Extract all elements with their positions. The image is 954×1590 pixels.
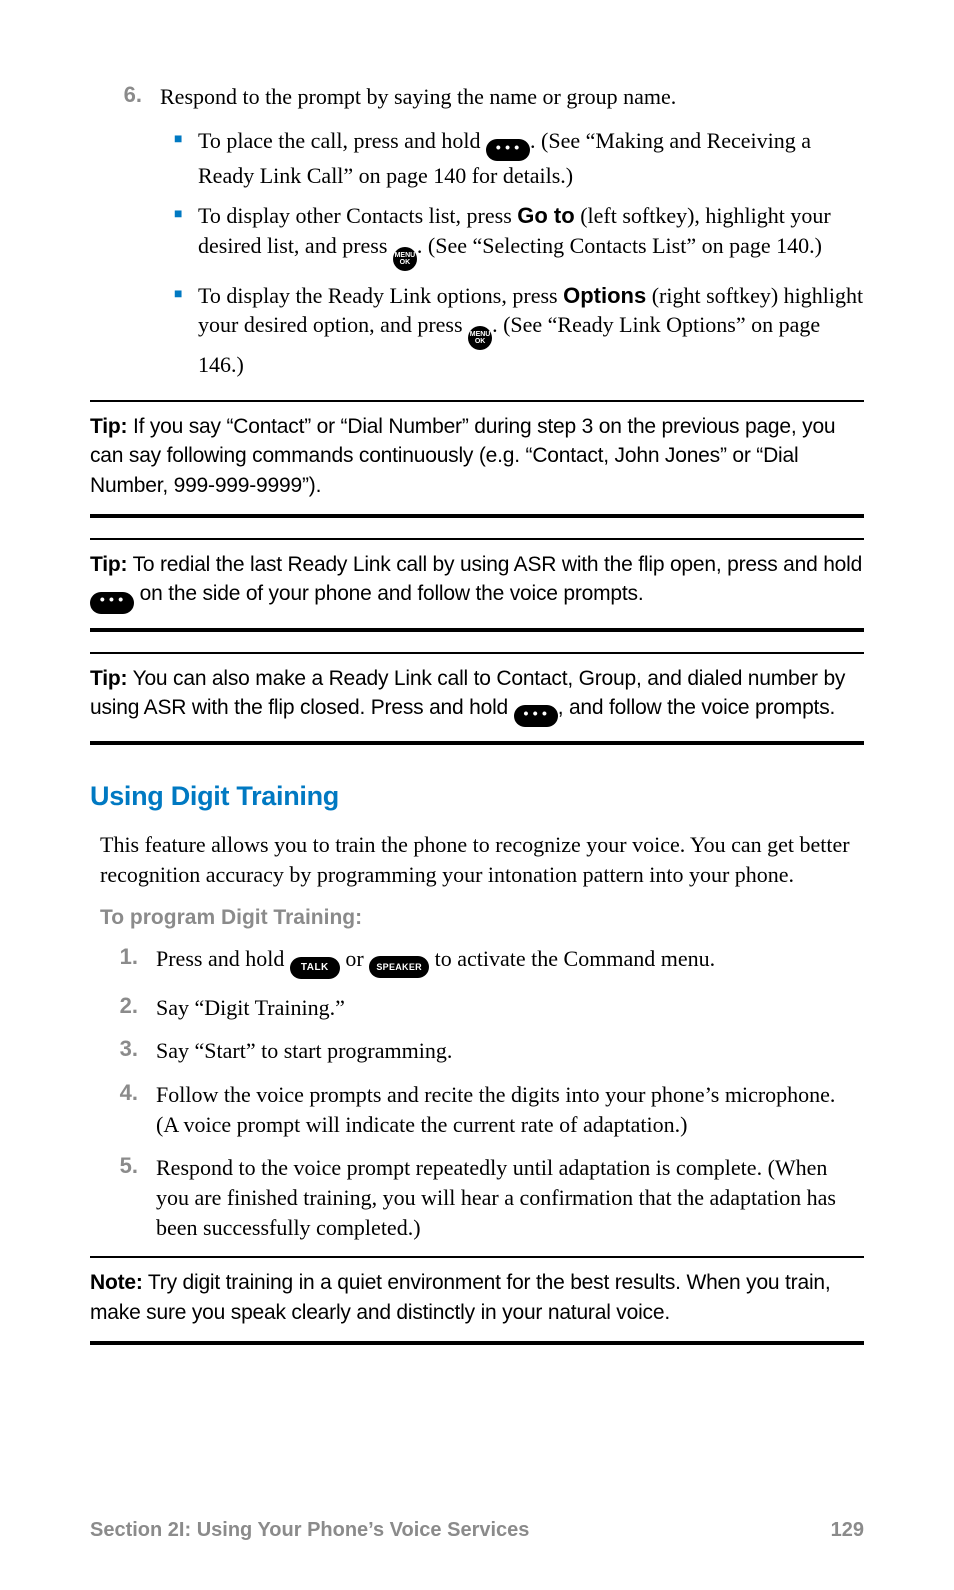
key-label-bottom: OK bbox=[475, 338, 486, 345]
tip-box: Tip: You can also make a Ready Link call… bbox=[90, 652, 864, 746]
list-item: 1. Press and hold TALK or SPEAKER to act… bbox=[100, 944, 864, 979]
page-number: 129 bbox=[831, 1519, 864, 1542]
ptt-key-icon: • • • bbox=[90, 592, 134, 614]
text-fragment: . (See “Selecting Contacts List” on page… bbox=[417, 233, 822, 258]
procedure-heading: To program Digit Training: bbox=[90, 906, 864, 930]
text-fragment: To place the call, press and hold bbox=[198, 128, 486, 153]
list-item: 4. Follow the voice prompts and recite t… bbox=[100, 1080, 864, 1139]
tip-text: on the side of your phone and follow the… bbox=[134, 582, 643, 605]
softkey-label: Options bbox=[563, 283, 646, 308]
step-text: Respond to the voice prompt repeatedly u… bbox=[156, 1153, 864, 1242]
step-number: 4. bbox=[100, 1080, 156, 1139]
talk-key-icon: TALK bbox=[290, 957, 340, 979]
sub-bullet: ■ To place the call, press and hold • • … bbox=[90, 126, 864, 191]
step-6: 6. Respond to the prompt by saying the n… bbox=[90, 82, 864, 112]
ptt-key-icon: • • • bbox=[514, 705, 558, 727]
intro-paragraph: This feature allows you to train the pho… bbox=[90, 830, 864, 889]
text-fragment: or bbox=[340, 946, 369, 971]
step-text: Press and hold TALK or SPEAKER to activa… bbox=[156, 944, 864, 979]
step-number: 2. bbox=[100, 993, 156, 1023]
speaker-key-icon: SPEAKER bbox=[369, 956, 429, 978]
bullet-square-icon: ■ bbox=[174, 281, 198, 380]
footer-section: Section 2I: Using Your Phone’s Voice Ser… bbox=[90, 1519, 529, 1542]
bullet-square-icon: ■ bbox=[174, 126, 198, 191]
text-fragment: Press and hold bbox=[156, 946, 290, 971]
key-label-top: MENU bbox=[395, 252, 416, 259]
tip-label: Tip: bbox=[90, 415, 127, 438]
step-text: Follow the voice prompts and recite the … bbox=[156, 1080, 864, 1139]
step-number: 5. bbox=[100, 1153, 156, 1242]
step-number: 3. bbox=[100, 1036, 156, 1066]
list-item: 3. Say “Start” to start programming. bbox=[100, 1036, 864, 1066]
note-box: Note: Try digit training in a quiet envi… bbox=[90, 1256, 864, 1345]
bullet-text: To display other Contacts list, press Go… bbox=[198, 201, 864, 271]
key-label-top: MENU bbox=[470, 331, 491, 338]
list-item: 2. Say “Digit Training.” bbox=[100, 993, 864, 1023]
tip-label: Tip: bbox=[90, 667, 127, 690]
step-text: Say “Start” to start programming. bbox=[156, 1036, 864, 1066]
section-heading: Using Digit Training bbox=[90, 781, 864, 812]
tip-label: Tip: bbox=[90, 553, 127, 576]
text-fragment: To display the Ready Link options, press bbox=[198, 283, 563, 308]
step-number: 6. bbox=[100, 82, 160, 112]
ptt-key-icon: • • • bbox=[486, 139, 530, 161]
step-text: Say “Digit Training.” bbox=[156, 993, 864, 1023]
step-text: Respond to the prompt by saying the name… bbox=[160, 82, 864, 112]
tip-text: , and follow the voice prompts. bbox=[558, 696, 835, 719]
manual-page: 6. Respond to the prompt by saying the n… bbox=[0, 0, 954, 1590]
note-label: Note: bbox=[90, 1271, 143, 1294]
tip-text: To redial the last Ready Link call by us… bbox=[127, 553, 862, 576]
bullet-text: To place the call, press and hold • • •.… bbox=[198, 126, 864, 191]
note-text: Try digit training in a quiet environmen… bbox=[90, 1271, 831, 1323]
bullet-square-icon: ■ bbox=[174, 201, 198, 271]
tip-box: Tip: To redial the last Ready Link call … bbox=[90, 538, 864, 632]
list-item: 5. Respond to the voice prompt repeatedl… bbox=[100, 1153, 864, 1242]
menu-ok-key-icon: MENUOK bbox=[393, 247, 417, 271]
procedure-steps: 1. Press and hold TALK or SPEAKER to act… bbox=[90, 944, 864, 1243]
page-footer: Section 2I: Using Your Phone’s Voice Ser… bbox=[90, 1519, 864, 1542]
key-label-bottom: OK bbox=[400, 259, 411, 266]
bullet-text: To display the Ready Link options, press… bbox=[198, 281, 864, 380]
tip-text: If you say “Contact” or “Dial Number” du… bbox=[90, 415, 835, 497]
tip-box: Tip: If you say “Contact” or “Dial Numbe… bbox=[90, 400, 864, 518]
menu-ok-key-icon: MENUOK bbox=[468, 326, 492, 350]
sub-bullet: ■ To display other Contacts list, press … bbox=[90, 201, 864, 271]
softkey-label: Go to bbox=[517, 203, 574, 228]
sub-bullet: ■ To display the Ready Link options, pre… bbox=[90, 281, 864, 380]
text-fragment: to activate the Command menu. bbox=[429, 946, 715, 971]
step-number: 1. bbox=[100, 944, 156, 979]
text-fragment: To display other Contacts list, press bbox=[198, 203, 517, 228]
